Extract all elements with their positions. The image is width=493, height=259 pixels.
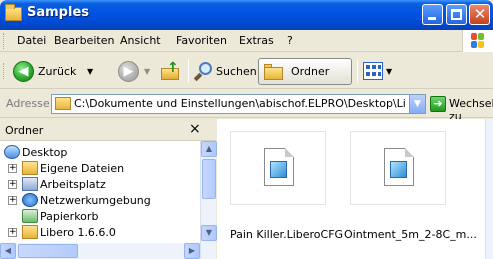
maximize-icon [451,9,462,20]
menu-datei[interactable]: Datei [17,34,46,47]
my-computer-icon [22,177,38,191]
search-icon [193,62,214,82]
back-dropdown-icon[interactable]: ▼ [87,67,93,76]
expand-icon[interactable]: + [8,180,17,189]
scroll-right-icon[interactable]: ▶ [184,243,200,259]
tree-item-label: Arbeitsplatz [40,178,106,191]
folder-tree-horizontal-scrollbar[interactable]: ◀ ▶ [0,243,200,259]
menu-help[interactable]: ? [287,34,293,47]
folder-icon [55,97,71,110]
standard-toolbar: ◀ Zurück ▼ ▶ ▼ ↑ Suchen Ordner ▼ [0,53,493,89]
file-thumbnail[interactable] [230,131,326,205]
windows-logo [462,30,493,52]
expand-icon[interactable]: + [8,164,17,173]
address-label: Adresse [6,97,50,110]
address-path: C:\Dokumente und Einstellungen\abischof.… [74,97,406,110]
toolbar-grip[interactable] [3,63,6,79]
address-bar: Adresse C:\Dokumente und Einstellungen\a… [0,90,493,123]
go-arrow-icon[interactable]: ➜ [430,96,446,112]
search-label: Suchen [216,65,257,78]
scroll-down-icon[interactable]: ▼ [201,225,217,241]
close-icon: ✕ [473,5,487,23]
tree-item-label: Netzwerkumgebung [40,194,151,207]
folders-icon [264,63,284,81]
back-arrow-icon: ◀ [13,61,34,82]
minimize-icon [428,17,436,20]
maximize-button[interactable] [446,4,467,25]
toolbar-grip[interactable] [3,33,6,49]
scroll-thumb[interactable] [18,244,78,258]
folder-tree-vertical-scrollbar[interactable]: ▲ ▼ [200,141,217,259]
close-pane-icon[interactable]: × [189,121,201,137]
folder-up-button[interactable]: ↑ [161,60,181,81]
forward-dropdown-icon[interactable]: ▼ [144,67,150,76]
back-label: Zurück [38,65,77,78]
file-name[interactable]: Ointment_5m_2-8C_m... [344,228,477,241]
folders-button[interactable]: Ordner [258,58,352,85]
separator [357,59,358,83]
folder-icon [22,225,38,239]
tree-item-label: Papierkorb [40,210,99,223]
file-thumbnail[interactable] [350,131,446,205]
title-bar[interactable]: Samples ✕ [0,0,493,30]
scroll-left-icon[interactable]: ◀ [0,243,16,259]
address-dropdown-icon[interactable]: ▼ [409,95,425,113]
liberocfg-file-icon [264,148,294,186]
up-arrow-icon: ↑ [167,60,179,76]
folders-label: Ordner [291,65,330,78]
minimize-button[interactable] [422,4,443,25]
folder-pane-title: Ordner [5,124,44,137]
menu-ansicht[interactable]: Ansicht [120,34,161,47]
forward-button[interactable]: ▶ [118,61,139,82]
close-button[interactable]: ✕ [469,4,490,25]
folder-tree: Desktop + Eigene Dateien + Arbeitsplatz … [0,141,200,251]
menu-extras[interactable]: Extras [239,34,274,47]
views-button[interactable] [363,62,383,80]
file-name[interactable]: Pain Killer.LiberoCFG [230,228,343,241]
folder-icon [5,4,22,21]
scroll-up-icon[interactable]: ▲ [201,141,217,157]
scroll-thumb[interactable] [202,159,216,199]
file-view: Pain Killer.LiberoCFG Ointment_5m_2-8C_m… [217,119,485,259]
menu-favoriten[interactable]: Favoriten [176,34,227,47]
folder-tree-pane: Ordner × Desktop + Eigene Dateien + Arbe… [0,119,217,259]
tree-item-label: Libero 1.6.6.0 [40,226,116,239]
address-input[interactable]: C:\Dokumente und Einstellungen\abischof.… [51,94,426,114]
separator [188,59,189,83]
tree-item-arbeitsplatz[interactable]: + Arbeitsplatz [8,177,168,193]
folder-pane-header: Ordner × [0,119,216,141]
tree-item-papierkorb[interactable]: Papierkorb [22,209,182,225]
tree-item-label: Desktop [22,146,68,159]
liberocfg-file-icon [384,148,414,186]
expand-icon[interactable]: + [8,228,17,237]
file-view-vertical-scrollbar[interactable] [485,119,493,259]
tree-item-libero[interactable]: + Libero 1.6.6.0 [8,225,168,241]
views-dropdown-icon[interactable]: ▼ [386,67,392,76]
forward-arrow-icon: ▶ [123,64,134,79]
window-title: Samples [27,5,89,20]
tree-item-desktop[interactable]: Desktop [4,145,104,161]
network-icon [22,193,38,207]
menu-bearbeiten[interactable]: Bearbeiten [54,34,114,47]
windows-flag-icon [471,33,485,49]
tree-item-label: Eigene Dateien [40,162,125,175]
menu-bar: Datei Bearbeiten Ansicht Favoriten Extra… [0,30,493,52]
desktop-icon [4,145,20,159]
expand-icon[interactable]: + [8,196,17,205]
recycle-bin-icon [22,209,38,223]
tree-item-netzwerkumgebung[interactable]: + Netzwerkumgebung [8,193,188,209]
tree-item-eigene-dateien[interactable]: + Eigene Dateien [8,161,168,177]
my-documents-icon [22,161,38,175]
